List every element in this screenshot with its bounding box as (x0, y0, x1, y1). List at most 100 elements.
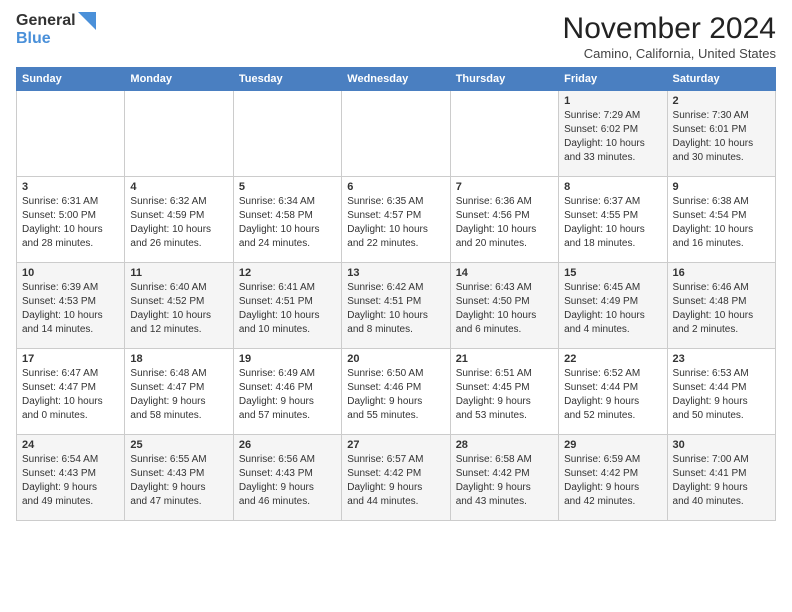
day-number: 9 (673, 181, 770, 193)
day-number: 17 (22, 353, 119, 365)
logo-triangle-icon (78, 12, 96, 30)
day-number: 29 (564, 439, 661, 451)
day-cell: 8 Sunrise: 6:37 AM Sunset: 4:55 PM Daylig… (559, 177, 667, 263)
day-info: Sunrise: 6:37 AM Sunset: 4:55 PM Dayligh… (564, 195, 661, 251)
day-cell: 6 Sunrise: 6:35 AM Sunset: 4:57 PM Daylig… (342, 177, 450, 263)
day-cell: 15 Sunrise: 6:45 AM Sunset: 4:49 PM Dayli… (559, 263, 667, 349)
day-cell: 23Sunrise: 6:53 AM Sunset: 4:44 PM Dayli… (667, 349, 775, 435)
day-number: 1 (564, 95, 661, 107)
day-number: 8 (564, 181, 661, 193)
day-info: Sunrise: 6:38 AM Sunset: 4:54 PM Dayligh… (673, 195, 770, 251)
day-cell: 2 Sunrise: 7:30 AM Sunset: 6:01 PM Daylig… (667, 91, 775, 177)
day-info: Sunrise: 6:49 AM Sunset: 4:46 PM Dayligh… (239, 367, 336, 423)
day-info: Sunrise: 6:34 AM Sunset: 4:58 PM Dayligh… (239, 195, 336, 251)
month-title: November 2024 (563, 12, 776, 46)
day-number: 4 (130, 181, 227, 193)
day-info: Sunrise: 6:41 AM Sunset: 4:51 PM Dayligh… (239, 281, 336, 337)
day-number: 7 (456, 181, 553, 193)
day-number: 26 (239, 439, 336, 451)
day-number: 20 (347, 353, 444, 365)
week-row-2: 3 Sunrise: 6:31 AM Sunset: 5:00 PM Daylig… (17, 177, 776, 263)
col-header-sunday: Sunday (17, 68, 125, 91)
day-number: 6 (347, 181, 444, 193)
day-cell: 3 Sunrise: 6:31 AM Sunset: 5:00 PM Daylig… (17, 177, 125, 263)
col-header-saturday: Saturday (667, 68, 775, 91)
day-number: 21 (456, 353, 553, 365)
day-number: 3 (22, 181, 119, 193)
day-cell: 27Sunrise: 6:57 AM Sunset: 4:42 PM Dayli… (342, 435, 450, 521)
day-info: Sunrise: 6:51 AM Sunset: 4:45 PM Dayligh… (456, 367, 553, 423)
subtitle: Camino, California, United States (563, 46, 776, 61)
day-cell: 22 Sunrise: 6:52 AM Sunset: 4:44 PM Dayli… (559, 349, 667, 435)
day-number: 16 (673, 267, 770, 279)
day-number: 23 (673, 353, 770, 365)
day-info: Sunrise: 6:32 AM Sunset: 4:59 PM Dayligh… (130, 195, 227, 251)
day-number: 25 (130, 439, 227, 451)
day-number: 27 (347, 439, 444, 451)
day-number: 5 (239, 181, 336, 193)
day-info: Sunrise: 6:35 AM Sunset: 4:57 PM Dayligh… (347, 195, 444, 251)
week-row-5: 24Sunrise: 6:54 AM Sunset: 4:43 PM Dayli… (17, 435, 776, 521)
day-number: 13 (347, 267, 444, 279)
day-cell: 21 Sunrise: 6:51 AM Sunset: 4:45 PM Dayli… (450, 349, 558, 435)
day-cell: 20Sunrise: 6:50 AM Sunset: 4:46 PM Dayli… (342, 349, 450, 435)
day-cell: 28 Sunrise: 6:58 AM Sunset: 4:42 PM Dayli… (450, 435, 558, 521)
day-cell: 1 Sunrise: 7:29 AM Sunset: 6:02 PM Daylig… (559, 91, 667, 177)
week-row-4: 17Sunrise: 6:47 AM Sunset: 4:47 PM Dayli… (17, 349, 776, 435)
day-info: Sunrise: 6:43 AM Sunset: 4:50 PM Dayligh… (456, 281, 553, 337)
day-number: 10 (22, 267, 119, 279)
day-cell: 24Sunrise: 6:54 AM Sunset: 4:43 PM Dayli… (17, 435, 125, 521)
day-cell: 26 Sunrise: 6:56 AM Sunset: 4:43 PM Dayli… (233, 435, 341, 521)
day-number: 11 (130, 267, 227, 279)
day-cell: 11Sunrise: 6:40 AM Sunset: 4:52 PM Dayli… (125, 263, 233, 349)
day-cell: 9 Sunrise: 6:38 AM Sunset: 4:54 PM Daylig… (667, 177, 775, 263)
week-row-3: 10 Sunrise: 6:39 AM Sunset: 4:53 PM Dayli… (17, 263, 776, 349)
day-info: Sunrise: 6:31 AM Sunset: 5:00 PM Dayligh… (22, 195, 119, 251)
col-header-tuesday: Tuesday (233, 68, 341, 91)
day-number: 22 (564, 353, 661, 365)
day-info: Sunrise: 6:58 AM Sunset: 4:42 PM Dayligh… (456, 453, 553, 509)
day-cell: 12 Sunrise: 6:41 AM Sunset: 4:51 PM Dayli… (233, 263, 341, 349)
col-header-wednesday: Wednesday (342, 68, 450, 91)
calendar-table: SundayMondayTuesdayWednesdayThursdayFrid… (16, 67, 776, 521)
col-header-friday: Friday (559, 68, 667, 91)
day-info: Sunrise: 6:45 AM Sunset: 4:49 PM Dayligh… (564, 281, 661, 337)
day-info: Sunrise: 6:59 AM Sunset: 4:42 PM Dayligh… (564, 453, 661, 509)
day-info: Sunrise: 6:46 AM Sunset: 4:48 PM Dayligh… (673, 281, 770, 337)
day-cell (233, 91, 341, 177)
day-number: 30 (673, 439, 770, 451)
day-cell: 18Sunrise: 6:48 AM Sunset: 4:47 PM Dayli… (125, 349, 233, 435)
col-header-monday: Monday (125, 68, 233, 91)
title-block: November 2024 Camino, California, United… (563, 12, 776, 61)
day-cell: 16 Sunrise: 6:46 AM Sunset: 4:48 PM Dayli… (667, 263, 775, 349)
day-cell: 7 Sunrise: 6:36 AM Sunset: 4:56 PM Daylig… (450, 177, 558, 263)
day-info: Sunrise: 6:54 AM Sunset: 4:43 PM Dayligh… (22, 453, 119, 509)
day-cell: 30 Sunrise: 7:00 AM Sunset: 4:41 PM Dayli… (667, 435, 775, 521)
day-cell: 25 Sunrise: 6:55 AM Sunset: 4:43 PM Dayli… (125, 435, 233, 521)
day-cell: 14 Sunrise: 6:43 AM Sunset: 4:50 PM Dayli… (450, 263, 558, 349)
day-cell: 13Sunrise: 6:42 AM Sunset: 4:51 PM Dayli… (342, 263, 450, 349)
day-info: Sunrise: 6:36 AM Sunset: 4:56 PM Dayligh… (456, 195, 553, 251)
calendar-page: General Blue November 2024 Camino, Calif… (0, 0, 792, 531)
day-cell: 10 Sunrise: 6:39 AM Sunset: 4:53 PM Dayli… (17, 263, 125, 349)
day-cell (17, 91, 125, 177)
day-number: 2 (673, 95, 770, 107)
day-info: Sunrise: 7:30 AM Sunset: 6:01 PM Dayligh… (673, 109, 770, 165)
day-info: Sunrise: 6:56 AM Sunset: 4:43 PM Dayligh… (239, 453, 336, 509)
day-cell: 19 Sunrise: 6:49 AM Sunset: 4:46 PM Dayli… (233, 349, 341, 435)
day-cell: 17Sunrise: 6:47 AM Sunset: 4:47 PM Dayli… (17, 349, 125, 435)
day-number: 28 (456, 439, 553, 451)
day-cell (342, 91, 450, 177)
week-row-1: 1 Sunrise: 7:29 AM Sunset: 6:02 PM Daylig… (17, 91, 776, 177)
day-info: Sunrise: 6:39 AM Sunset: 4:53 PM Dayligh… (22, 281, 119, 337)
day-info: Sunrise: 6:52 AM Sunset: 4:44 PM Dayligh… (564, 367, 661, 423)
day-number: 15 (564, 267, 661, 279)
day-number: 19 (239, 353, 336, 365)
day-number: 14 (456, 267, 553, 279)
logo: General Blue (16, 12, 96, 48)
day-info: Sunrise: 7:00 AM Sunset: 4:41 PM Dayligh… (673, 453, 770, 509)
day-number: 12 (239, 267, 336, 279)
day-info: Sunrise: 6:55 AM Sunset: 4:43 PM Dayligh… (130, 453, 227, 509)
day-number: 18 (130, 353, 227, 365)
day-info: Sunrise: 7:29 AM Sunset: 6:02 PM Dayligh… (564, 109, 661, 165)
